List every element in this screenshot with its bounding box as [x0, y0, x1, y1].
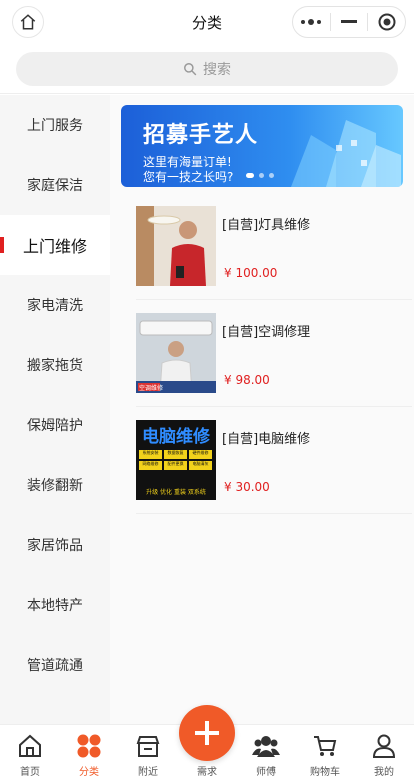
shop-icon	[136, 736, 160, 757]
computer-thumb-title: 电脑维修	[142, 427, 210, 447]
product-item[interactable]: 空调维修 [自营]空调修理 ¥ 98.00	[136, 307, 412, 407]
tab-category[interactable]: 分类	[61, 725, 117, 780]
tab-label: 购物车	[310, 767, 340, 778]
sidebar-item[interactable]: 家电清洗	[0, 275, 110, 335]
computer-thumb-chips: 系统安装 数据恢复 硬件维修 网络维修 配件更换 电脑清灰	[139, 450, 213, 470]
sidebar-item-label: 保姆陪护	[27, 418, 83, 434]
more-button[interactable]	[293, 7, 330, 37]
chip: 配件更换	[164, 461, 187, 470]
plus-icon	[195, 721, 219, 745]
sidebar-item-label: 上门维修	[22, 237, 87, 256]
chip: 系统安装	[139, 450, 162, 459]
tab-nearby[interactable]: 附近	[120, 725, 176, 780]
tab-mine[interactable]: 我的	[356, 725, 412, 780]
sidebar-item-active[interactable]: 上门维修	[0, 215, 110, 275]
cart-icon	[314, 736, 337, 756]
carousel-dot	[269, 173, 274, 178]
post-demand-label: 需求	[197, 767, 217, 778]
people-icon	[252, 736, 280, 757]
category-dots-icon	[77, 734, 101, 758]
sidebar-item-label: 装修翻新	[27, 478, 83, 494]
product-thumbnail-lamp	[136, 206, 216, 286]
sidebar-item[interactable]: 家庭保洁	[0, 155, 110, 215]
search-bar: 搜索	[0, 44, 414, 94]
product-price: ¥ 100.00	[224, 266, 278, 280]
user-icon	[372, 734, 396, 758]
minimize-icon	[341, 20, 357, 23]
chip: 数据恢复	[164, 450, 187, 459]
search-input[interactable]: 搜索	[16, 52, 398, 86]
sidebar-item[interactable]: 本地特产	[0, 575, 110, 635]
product-list-panel: 招募手艺人 这里有海量订单! 您有一技之长吗? [自营]灯具维修 ¥ 100.0…	[110, 95, 414, 725]
sidebar-item-label: 本地特产	[27, 598, 83, 614]
tab-master[interactable]: 师傅	[238, 725, 294, 780]
search-icon	[184, 63, 197, 76]
search-placeholder: 搜索	[203, 62, 231, 78]
computer-thumb-footer: 升级 优化 重装 双系统	[146, 489, 206, 496]
tab-label: 附近	[138, 767, 158, 778]
product-thumbnail-computer: 电脑维修 系统安装 数据恢复 硬件维修 网络维修 配件更换 电脑清灰 升级 优化…	[136, 420, 216, 500]
banner-subtitle-line: 这里有海量订单!	[143, 155, 232, 169]
promo-banner[interactable]: 招募手艺人 这里有海量订单! 您有一技之长吗?	[121, 105, 403, 187]
carousel-dot	[259, 173, 264, 178]
carousel-dot-active	[246, 173, 254, 178]
sidebar-item-label: 家电清洗	[27, 298, 83, 314]
carousel-dots	[246, 173, 274, 178]
home-icon	[19, 734, 41, 757]
sidebar-item-label: 家庭保洁	[27, 178, 83, 194]
product-name: [自营]空调修理	[222, 325, 311, 340]
product-price: ¥ 98.00	[224, 373, 270, 387]
target-circle-icon	[378, 13, 396, 31]
sidebar-item[interactable]: 装修翻新	[0, 455, 110, 515]
sidebar-item[interactable]: 搬家拖货	[0, 335, 110, 395]
banner-subtitle: 这里有海量订单! 您有一技之长吗?	[143, 155, 283, 185]
close-button[interactable]	[368, 7, 405, 37]
more-dots-icon	[301, 19, 322, 25]
tab-home[interactable]: 首页	[2, 725, 58, 780]
chip: 电脑清灰	[189, 461, 212, 470]
sidebar-item-label: 家居饰品	[27, 538, 83, 554]
chip: 硬件维修	[189, 450, 212, 459]
sidebar-item[interactable]: 家居饰品	[0, 515, 110, 575]
sidebar-item-label: 搬家拖货	[27, 358, 83, 374]
mini-program-capsule	[292, 6, 406, 38]
tab-label: 首页	[20, 767, 40, 778]
tab-cart[interactable]: 购物车	[297, 725, 353, 780]
product-item[interactable]: 电脑维修 系统安装 数据恢复 硬件维修 网络维修 配件更换 电脑清灰 升级 优化…	[136, 414, 412, 514]
category-sidebar: 上门服务 家庭保洁 上门维修 家电清洗 搬家拖货 保姆陪护 装修翻新 家居饰品 …	[0, 95, 110, 725]
banner-title: 招募手艺人	[143, 123, 259, 148]
product-name: [自营]电脑维修	[222, 432, 311, 447]
post-demand-button[interactable]	[179, 705, 235, 761]
tab-label: 我的	[374, 767, 394, 778]
sidebar-item[interactable]: 上门服务	[0, 95, 110, 155]
tab-label: 分类	[79, 767, 99, 778]
sidebar-item[interactable]: 管道疏通	[0, 635, 110, 695]
sidebar-item-label: 上门服务	[27, 118, 83, 134]
ac-thumb-label: 空调维修	[139, 385, 164, 392]
product-item[interactable]: [自营]灯具维修 ¥ 100.00	[136, 200, 412, 300]
sidebar-item-label: 管道疏通	[27, 658, 83, 674]
minimize-button[interactable]	[331, 7, 368, 37]
sidebar-item[interactable]: 保姆陪护	[0, 395, 110, 455]
product-name: [自营]灯具维修	[222, 218, 311, 233]
tab-label: 师傅	[256, 767, 276, 778]
chip: 网络维修	[139, 461, 162, 470]
product-price: ¥ 30.00	[224, 480, 270, 494]
product-thumbnail-ac: 空调维修	[136, 313, 216, 393]
nav-header: 分类	[0, 0, 414, 44]
